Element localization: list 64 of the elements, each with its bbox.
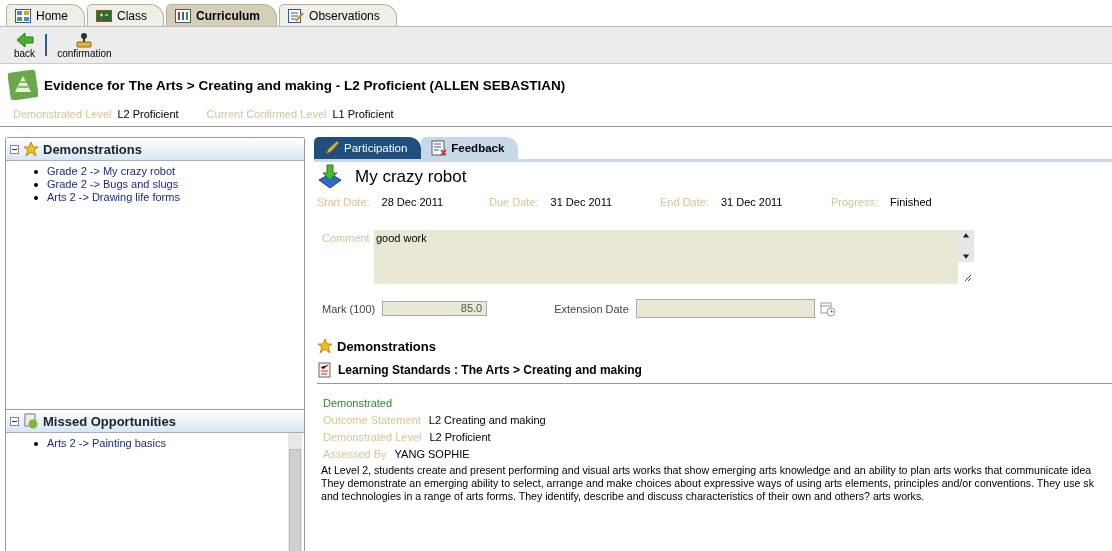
confirmation-button[interactable]: confirmation [53, 31, 116, 59]
grid-icon [15, 8, 31, 23]
download-tray-icon [317, 164, 343, 190]
field-label: End Date: [660, 196, 709, 208]
checklist-icon [431, 140, 448, 156]
field-value: L1 Proficient [332, 108, 394, 120]
notepad-recycle-icon [23, 413, 39, 429]
content-tab[interactable]: Feedback [421, 137, 519, 159]
star-icon [23, 141, 39, 157]
evidence-link[interactable]: Arts 2 -> Drawing life forms [47, 191, 180, 204]
page-title: Evidence for The Arts > Creating and making - L2 Proficient (ALLEN SEBASTIAN) [44, 77, 566, 93]
field-label: Start Date: [317, 196, 370, 208]
section-title: Demonstrations [337, 338, 436, 354]
nav-tab[interactable]: Observations [279, 4, 397, 26]
extension-date-field[interactable] [635, 299, 815, 318]
nav-tab[interactable]: Curriculum [166, 4, 278, 26]
nav-tab[interactable]: Home [6, 4, 85, 26]
pyramid-icon [8, 70, 38, 100]
field-label: Due Date: [489, 196, 539, 208]
evidence-link[interactable]: Arts 2 -> Painting basics [47, 437, 166, 450]
field-label: Outcome Statement [323, 414, 421, 426]
pencil-icon [324, 140, 340, 156]
panel-title: Missed Opportunities [43, 413, 176, 429]
field-value: L2 Proficient [117, 108, 179, 120]
field-label: Current Confirmed Level [206, 108, 327, 120]
field-value: L2 Creating and making [428, 414, 546, 426]
field-value: 28 Dec 2011 [381, 196, 444, 208]
collapse-icon[interactable] [10, 144, 19, 154]
evidence-link[interactable]: Grade 2 -> Bugs and slugs [47, 178, 179, 191]
content-tab[interactable]: Participation [314, 137, 422, 159]
scrollbar[interactable] [958, 230, 974, 262]
status-label: Demonstrated [323, 397, 394, 409]
resize-grip-icon [962, 272, 972, 282]
left-arrow-icon [15, 31, 34, 48]
nav-tab[interactable]: Class [87, 4, 165, 26]
back-button[interactable]: back [10, 31, 40, 59]
field-label: Extension Date [553, 302, 629, 315]
mark-field[interactable]: 85.0 [382, 301, 488, 316]
scrollbar[interactable] [288, 433, 302, 551]
field-value: L2 Proficient [429, 431, 491, 443]
collapse-icon[interactable] [10, 416, 19, 426]
book-icon [175, 8, 192, 23]
calendar-clock-icon [819, 300, 836, 317]
field-label: Demonstrated Level [13, 108, 112, 120]
field-label: Progress: [831, 196, 879, 208]
field-label: Demonstrated Level [323, 431, 422, 443]
standards-title: Learning Standards : The Arts > Creating and making [338, 363, 642, 377]
description-paragraph: At Level 2, students create and present performing and visual arts works that show emerging arts knowledge and an ability to plan arts works that communicate idea They demonstrate an emerging ability to select, arrange and make choices about expressive ways of using arts elements, principles and/or conventions. They use sk and technologies in a range of arts forms. They identify, describe and discuss characteristics of their own and others? arts works. [321, 464, 1095, 503]
field-value: 31 Dec 2011 [720, 196, 783, 208]
stamp-icon [75, 31, 94, 48]
task-title: My crazy robot [355, 167, 467, 187]
field-label: Assessed By [323, 448, 387, 460]
evidence-link[interactable]: Grade 2 -> My crazy robot [47, 165, 176, 178]
field-value: 31 Dec 2011 [550, 196, 613, 208]
field-label: Mark (100) [321, 302, 376, 315]
field-value: YANG SOPHIE [394, 448, 470, 460]
chalkboard-icon [96, 8, 112, 23]
field-value: Finished [890, 196, 932, 208]
panel-title: Demonstrations [43, 141, 142, 157]
comment-field[interactable]: good work [374, 230, 958, 284]
star-icon [317, 338, 333, 354]
field-label: Comment [321, 231, 371, 246]
notepad-pencil-icon [288, 8, 305, 23]
checklist-icon [317, 362, 333, 378]
